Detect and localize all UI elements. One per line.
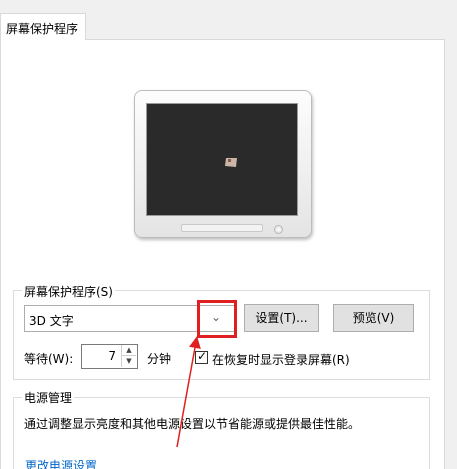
wait-unit-label: 分钟 xyxy=(147,352,172,366)
tab-label: 屏幕保护程序 xyxy=(6,22,79,36)
spin-up-icon[interactable]: ▲ xyxy=(121,345,136,356)
wait-minutes-value: 7 xyxy=(108,349,116,363)
monitor-slot xyxy=(181,224,263,232)
tab-screensaver[interactable]: 屏幕保护程序 xyxy=(0,13,86,40)
power-description: 通过调整显示亮度和其他电源设置以节省能源或提供最佳性能。 xyxy=(24,417,361,431)
monitor-preview xyxy=(134,90,312,238)
resume-logon-label[interactable]: 在恢复时显示登录屏幕(R) xyxy=(212,351,350,368)
settings-button[interactable]: 设置(T)... xyxy=(244,304,319,332)
power-group-title: 电源管理 xyxy=(22,389,75,406)
wait-minutes-stepper[interactable]: 7 ▲ ▼ xyxy=(81,344,138,369)
monitor-power-led xyxy=(274,225,283,234)
preview-screen xyxy=(146,103,298,216)
resume-logon-checkbox[interactable]: ✓ xyxy=(195,349,208,364)
wait-label: 等待(W): xyxy=(24,352,74,366)
annotation-highlight-box xyxy=(197,300,237,338)
screensaver-select-value: 3D 文字 xyxy=(29,314,74,328)
spin-down-icon[interactable]: ▼ xyxy=(121,356,136,367)
checkmark-icon: ✓ xyxy=(197,349,208,363)
screensaver-group-title: 屏幕保护程序(S) xyxy=(22,283,115,300)
screensaver-glyph-icon xyxy=(225,158,237,167)
change-power-settings-link[interactable]: 更改电源设置 xyxy=(25,457,97,469)
preview-button[interactable]: 预览(V) xyxy=(333,304,414,332)
